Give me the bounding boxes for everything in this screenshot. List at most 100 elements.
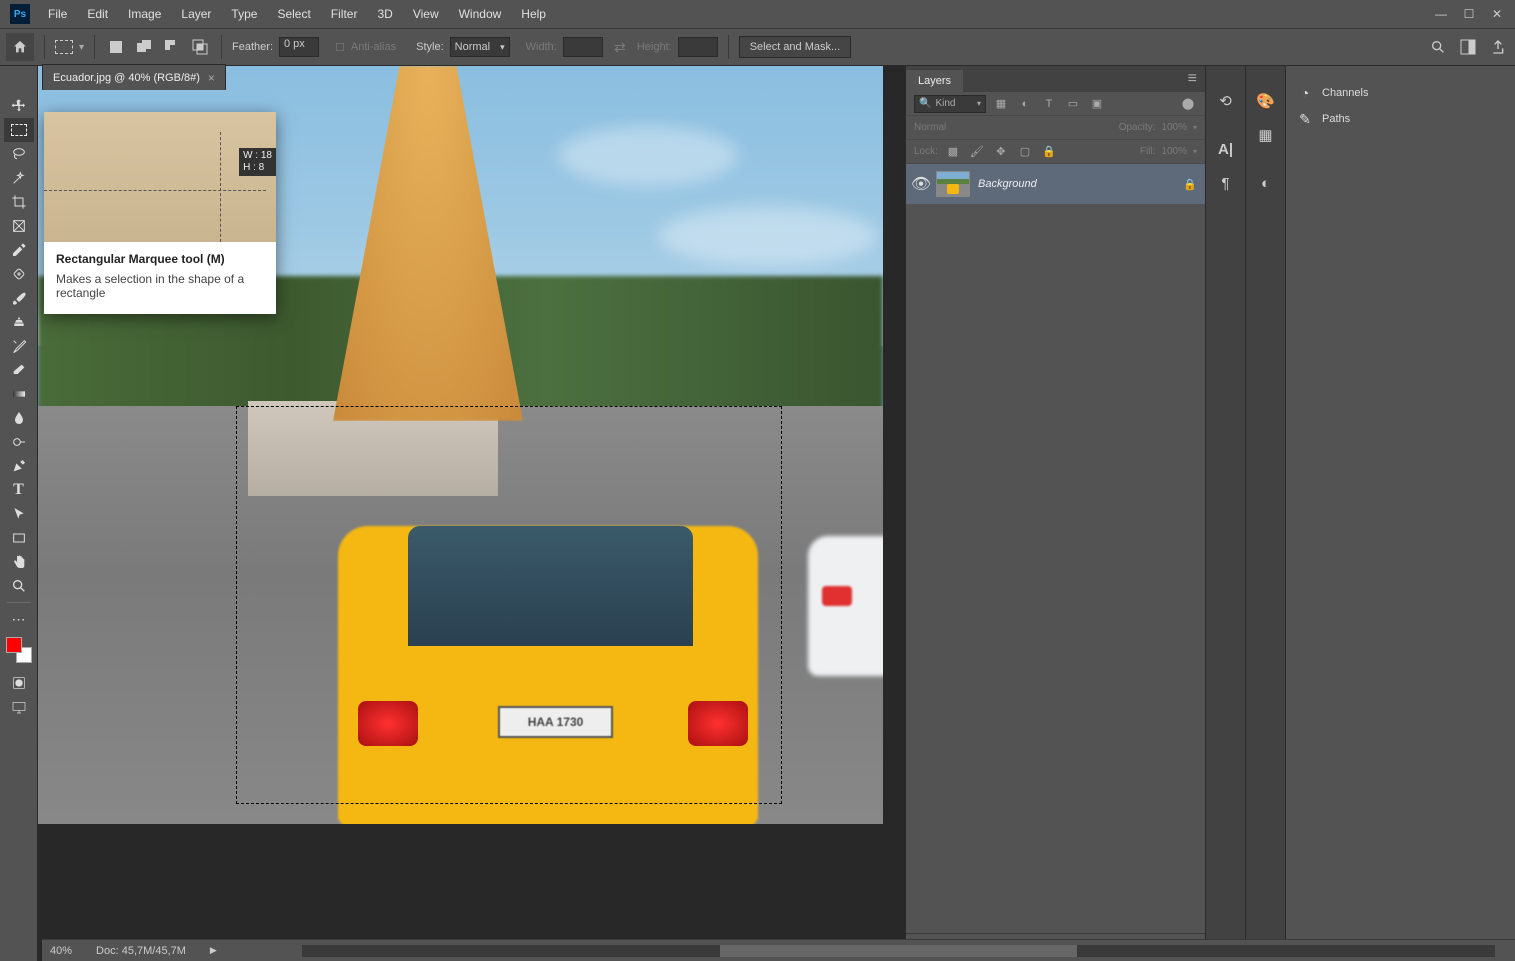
- pen-tool[interactable]: [4, 454, 34, 478]
- screen-mode-icon[interactable]: [4, 695, 34, 719]
- channels-panel-button[interactable]: ◔ Channels: [1286, 80, 1515, 106]
- history-brush-tool[interactable]: [4, 334, 34, 358]
- marquee-selection[interactable]: [236, 406, 782, 804]
- feather-input[interactable]: 0 px: [279, 37, 319, 57]
- visibility-icon[interactable]: 👁: [914, 177, 928, 191]
- style-select[interactable]: Normal▾: [450, 37, 510, 57]
- options-bar: ▾ Feather: 0 px ☐ Anti-alias Style: Norm…: [0, 28, 1515, 66]
- search-icon[interactable]: [1427, 36, 1449, 58]
- tools-panel: T ⋯: [0, 66, 38, 961]
- zoom-tool[interactable]: [4, 574, 34, 598]
- edit-toolbar-icon[interactable]: ⋯: [4, 607, 34, 631]
- color-icon[interactable]: 🎨: [1253, 88, 1279, 114]
- add-selection-icon[interactable]: [133, 36, 155, 58]
- window-minimize-icon[interactable]: —: [1427, 4, 1455, 24]
- new-selection-icon[interactable]: [105, 36, 127, 58]
- brush-tool[interactable]: [4, 286, 34, 310]
- rectangle-tool[interactable]: [4, 526, 34, 550]
- eyedropper-tool[interactable]: [4, 238, 34, 262]
- paragraph-icon[interactable]: ¶: [1213, 170, 1239, 196]
- layers-tab[interactable]: Layers: [906, 70, 963, 92]
- fill-value[interactable]: 100%: [1161, 146, 1187, 157]
- lock-artboard-icon[interactable]: ▢: [1016, 143, 1034, 161]
- menu-window[interactable]: Window: [449, 7, 512, 21]
- menu-select[interactable]: Select: [267, 7, 320, 21]
- panel-menu-icon[interactable]: ≡: [1180, 66, 1205, 92]
- menu-image[interactable]: Image: [118, 7, 171, 21]
- lock-label: Lock:: [914, 146, 938, 157]
- share-icon[interactable]: [1487, 36, 1509, 58]
- opacity-value[interactable]: 100%: [1161, 122, 1187, 133]
- spot-healing-tool[interactable]: [4, 262, 34, 286]
- filter-type-icon[interactable]: T: [1040, 95, 1058, 113]
- type-tool[interactable]: T: [4, 478, 34, 502]
- doc-size[interactable]: Doc: 45,7M/45,7M: [96, 945, 186, 957]
- eraser-tool[interactable]: [4, 358, 34, 382]
- canvas-area[interactable]: HAA 1730 W : 18H : 8 Rectangular Marquee…: [38, 66, 905, 961]
- lock-transparency-icon[interactable]: ▩: [944, 143, 962, 161]
- subtract-selection-icon[interactable]: [161, 36, 183, 58]
- menu-filter[interactable]: Filter: [321, 7, 368, 21]
- height-input: [678, 37, 718, 57]
- doc-info-chevron-icon[interactable]: ▶: [210, 945, 217, 956]
- lock-all-icon[interactable]: 🔒: [1040, 143, 1058, 161]
- path-selection-tool[interactable]: [4, 502, 34, 526]
- character-icon[interactable]: A|: [1213, 136, 1239, 162]
- menu-help[interactable]: Help: [511, 7, 556, 21]
- width-label: Width:: [526, 41, 557, 53]
- filter-toggle-icon[interactable]: ⬤: [1179, 95, 1197, 113]
- dodge-tool[interactable]: [4, 430, 34, 454]
- crop-tool[interactable]: [4, 190, 34, 214]
- gradient-tool[interactable]: [4, 382, 34, 406]
- paths-icon: ✎: [1296, 110, 1314, 128]
- clone-stamp-tool[interactable]: [4, 310, 34, 334]
- workspace-icon[interactable]: [1457, 36, 1479, 58]
- menu-file[interactable]: File: [38, 7, 77, 21]
- foreground-color[interactable]: [6, 637, 22, 653]
- window-close-icon[interactable]: ✕: [1483, 4, 1511, 24]
- select-and-mask-button[interactable]: Select and Mask...: [739, 36, 852, 58]
- opacity-label: Opacity:: [1119, 122, 1156, 133]
- move-tool[interactable]: [4, 94, 34, 118]
- quick-mask-icon[interactable]: [4, 671, 34, 695]
- horizontal-scrollbar[interactable]: [302, 945, 1495, 957]
- menu-3d[interactable]: 3D: [367, 7, 402, 21]
- layer-filter-kind[interactable]: 🔍 Kind▾: [914, 95, 986, 113]
- paths-panel-button[interactable]: ✎ Paths: [1286, 106, 1515, 132]
- swatches-icon[interactable]: ▦: [1253, 122, 1279, 148]
- menu-layer[interactable]: Layer: [171, 7, 221, 21]
- filter-smart-icon[interactable]: ▣: [1088, 95, 1106, 113]
- filter-pixel-icon[interactable]: ▦: [992, 95, 1010, 113]
- blend-mode-select[interactable]: Normal: [914, 122, 946, 133]
- history-icon[interactable]: ⟲: [1213, 88, 1239, 114]
- intersect-selection-icon[interactable]: [189, 36, 211, 58]
- hand-tool[interactable]: [4, 550, 34, 574]
- color-swatches[interactable]: [6, 637, 32, 663]
- layer-name[interactable]: Background: [978, 178, 1175, 190]
- lock-position-icon[interactable]: ✥: [992, 143, 1010, 161]
- lasso-tool[interactable]: [4, 142, 34, 166]
- menu-type[interactable]: Type: [221, 7, 267, 21]
- frame-tool[interactable]: [4, 214, 34, 238]
- marquee-tool-indicator-icon[interactable]: [55, 40, 73, 54]
- window-maximize-icon[interactable]: ☐: [1455, 4, 1483, 24]
- menu-edit[interactable]: Edit: [77, 7, 118, 21]
- close-tab-icon[interactable]: ×: [208, 71, 215, 85]
- layer-thumbnail[interactable]: [936, 171, 970, 197]
- home-button[interactable]: [6, 33, 34, 61]
- filter-shape-icon[interactable]: ▭: [1064, 95, 1082, 113]
- lock-pixels-icon[interactable]: 🖌: [968, 143, 986, 161]
- collapsed-dock-b: 🎨 ▦ ◐: [1245, 66, 1285, 961]
- marquee-tool[interactable]: [4, 118, 34, 142]
- blur-tool[interactable]: [4, 406, 34, 430]
- layer-background[interactable]: 👁 Background 🔒: [906, 164, 1205, 204]
- zoom-level[interactable]: 40%: [50, 945, 72, 957]
- adjustments-icon[interactable]: ◐: [1253, 170, 1279, 196]
- lock-icon[interactable]: 🔒: [1183, 178, 1197, 191]
- magic-wand-tool[interactable]: [4, 166, 34, 190]
- status-bar: 40% Doc: 45,7M/45,7M ▶: [42, 939, 1515, 961]
- menu-view[interactable]: View: [403, 7, 449, 21]
- document-tab[interactable]: Ecuador.jpg @ 40% (RGB/8#) ×: [42, 64, 226, 90]
- filter-adjustment-icon[interactable]: ◐: [1016, 95, 1034, 113]
- tool-tooltip: W : 18H : 8 Rectangular Marquee tool (M)…: [44, 112, 276, 314]
